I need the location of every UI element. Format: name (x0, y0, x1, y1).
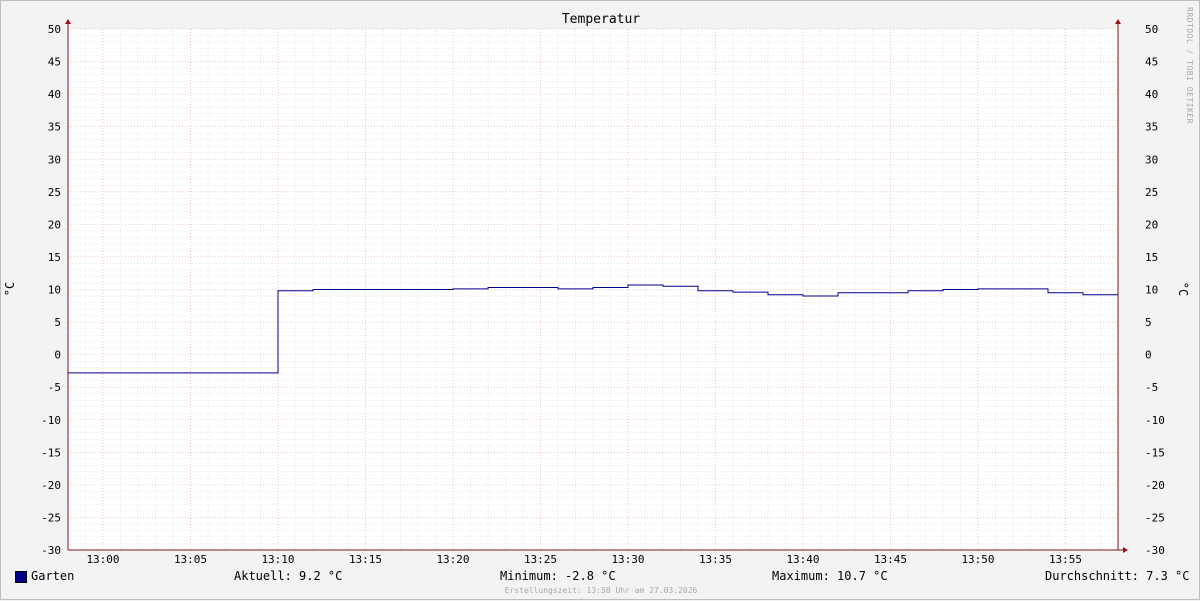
y-tick-label-left: 15 (48, 251, 61, 264)
y-tick-label-left: -25 (41, 511, 61, 524)
y-tick-label-left: -30 (41, 544, 61, 557)
y-ticks-left: 50454035302520151050-5-10-15-20-25-30 (41, 23, 61, 557)
legend-maximum: Maximum: 10.7 °C (772, 569, 888, 583)
y-tick-label-right: -10 (1145, 414, 1165, 427)
x-tick-label: 13:50 (961, 553, 994, 566)
x-ticks: 13:00 13:05 13:10 13:15 13:20 13:25 13:30 13:35… (86, 553, 1082, 566)
y-axis-arrow-right (1115, 19, 1121, 24)
x-tick-label: 13:15 (349, 553, 382, 566)
y-axis-label-left: °C (3, 282, 17, 296)
x-tick-label: 13:45 (874, 553, 907, 566)
legend-average: Durchschnitt: 7.3 °C (1045, 569, 1190, 583)
y-tick-label-left: -20 (41, 479, 61, 492)
y-axis-label-right: °C (1176, 282, 1190, 296)
x-tick-label: 13:05 (174, 553, 207, 566)
y-tick-label-left: 20 (48, 218, 61, 231)
y-tick-label-right: 45 (1145, 56, 1158, 69)
x-tick-label: 13:25 (524, 553, 557, 566)
legend-minimum: Minimum: -2.8 °C (500, 569, 616, 583)
y-tick-label-right: 5 (1145, 316, 1152, 329)
y-tick-label-right: 25 (1145, 186, 1158, 199)
y-tick-label-right: 40 (1145, 88, 1158, 101)
y-tick-label-right: 10 (1145, 284, 1158, 297)
y-tick-label-left: 35 (48, 121, 61, 134)
y-tick-label-left: 10 (48, 284, 61, 297)
y-tick-label-right: -25 (1145, 511, 1165, 524)
y-tick-label-right: -5 (1145, 381, 1158, 394)
creation-time: Erstellungszeit: 13:58 Uhr am 27.03.2026 (504, 586, 698, 595)
x-tick-label: 13:20 (436, 553, 469, 566)
y-tick-label-left: -10 (41, 414, 61, 427)
x-axis-arrow (1123, 547, 1128, 553)
x-tick-label: 13:55 (1049, 553, 1082, 566)
y-tick-label-left: -15 (41, 446, 61, 459)
x-tick-label: 13:10 (261, 553, 294, 566)
y-tick-label-right: 30 (1145, 153, 1158, 166)
legend-swatch-garten (15, 571, 27, 583)
y-tick-label-left: 5 (54, 316, 61, 329)
x-tick-label: 13:30 (611, 553, 644, 566)
legend-series-name: Garten (31, 569, 75, 583)
y-ticks-right: 50454035302520151050-5-10-15-20-25-30 (1145, 23, 1165, 557)
y-tick-label-right: 15 (1145, 251, 1158, 264)
graph-frame: Temperatur RRDTOOL / TOBI OETIKER 50 45 40… (0, 0, 1200, 600)
y-tick-label-right: 0 (1145, 349, 1152, 362)
y-tick-label-left: 45 (48, 56, 61, 69)
x-tick-label: 13:40 (786, 553, 819, 566)
y-tick-label-right: -20 (1145, 479, 1165, 492)
y-tick-label-right: -30 (1145, 544, 1165, 557)
y-tick-label-left: -5 (48, 381, 61, 394)
x-tick-label: 13:35 (699, 553, 732, 566)
y-tick-label-left: 40 (48, 88, 61, 101)
y-tick-label-right: 35 (1145, 121, 1158, 134)
y-tick-label-left: 25 (48, 186, 61, 199)
y-tick-label-left: 30 (48, 153, 61, 166)
temperature-chart: 50454035302520151050-5-10-15-20-25-30 50… (3, 19, 1190, 566)
x-tick-label: 13:00 (86, 553, 119, 566)
y-axis-arrow-left (65, 19, 71, 24)
y-tick-label-right: 20 (1145, 218, 1158, 231)
y-tick-label-left: 0 (54, 349, 61, 362)
y-tick-label-left: 50 (48, 23, 61, 36)
y-tick-label-right: -15 (1145, 446, 1165, 459)
y-tick-label-right: 50 (1145, 23, 1158, 36)
legend-current: Aktuell: 9.2 °C (234, 569, 343, 583)
